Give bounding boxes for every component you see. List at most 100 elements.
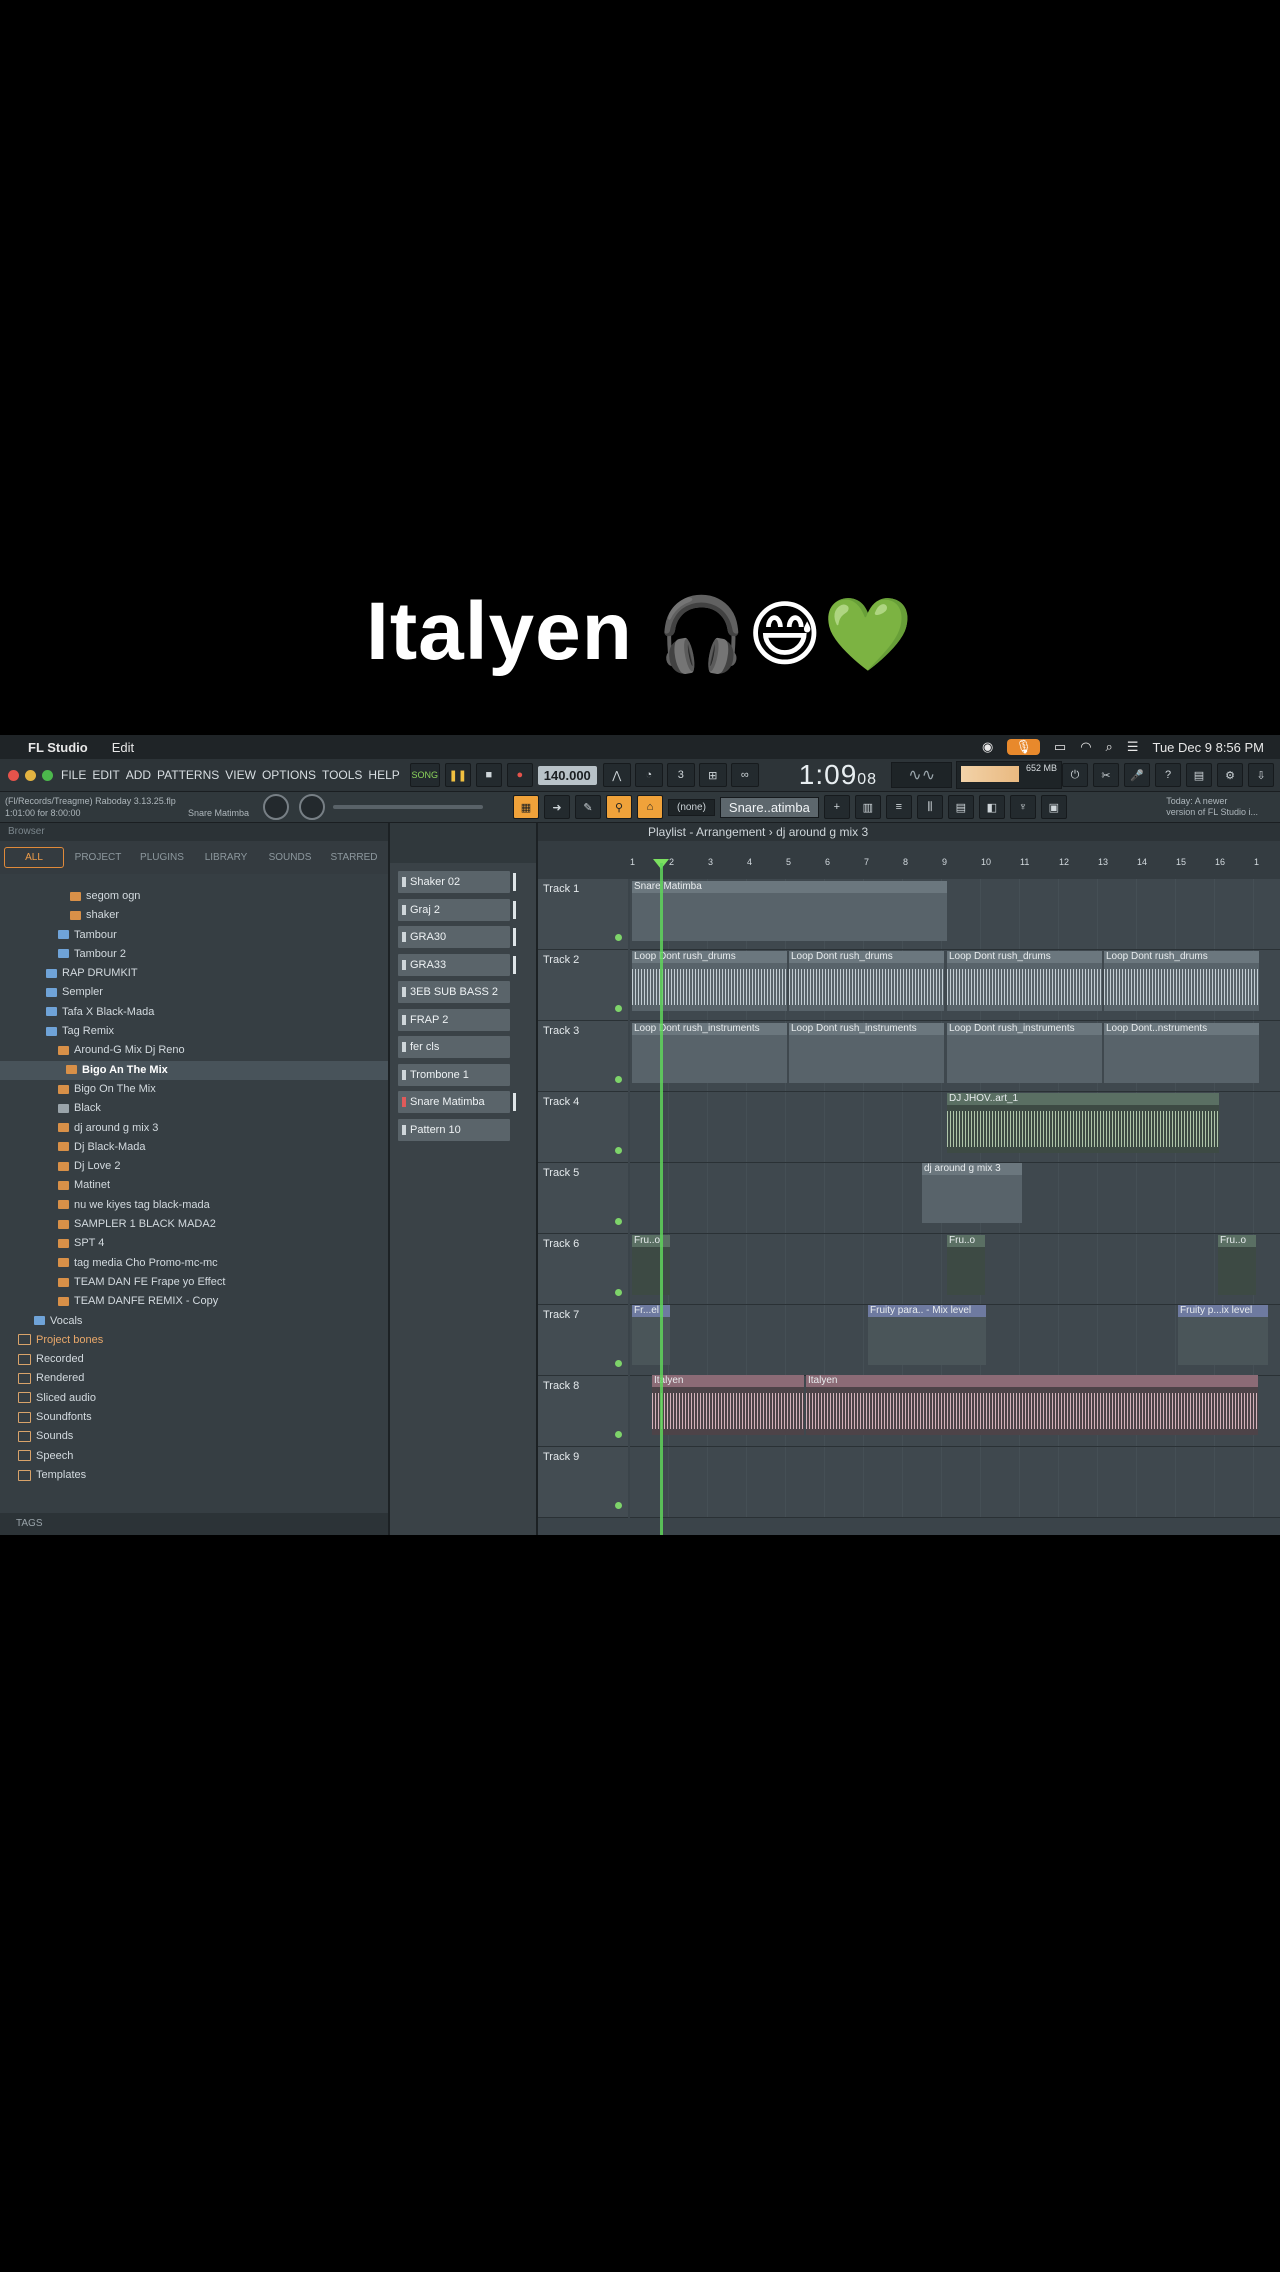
menu-file[interactable]: FILE bbox=[61, 768, 86, 782]
browser-item[interactable]: Tafa X Black-Mada bbox=[0, 1003, 388, 1022]
channel-led[interactable] bbox=[402, 932, 406, 943]
menu-edit[interactable]: EDIT bbox=[92, 768, 119, 782]
track-header[interactable]: Track 4 bbox=[538, 1092, 628, 1163]
track-lane[interactable] bbox=[630, 1447, 1280, 1518]
mixer-icon[interactable]: ⫼ bbox=[916, 795, 943, 819]
control-center-icon[interactable]: ☰ bbox=[1127, 739, 1139, 755]
channel-button[interactable]: FRAP 2 bbox=[398, 1008, 510, 1031]
menu-tools[interactable]: TOOLS bbox=[322, 768, 362, 782]
piano-roll-icon[interactable]: ▥ bbox=[854, 795, 881, 819]
record-icon[interactable]: ◉ bbox=[982, 739, 993, 755]
automation-clip-2[interactable]: Fruity para.. - Mix level bbox=[868, 1305, 986, 1365]
track-header[interactable]: Track 6 bbox=[538, 1234, 628, 1305]
browser-item[interactable]: tag media Cho Promo-mc-mc bbox=[0, 1254, 388, 1273]
add-icon[interactable]: + bbox=[823, 795, 850, 819]
clip-italyen-2[interactable]: Italyen bbox=[806, 1375, 1258, 1435]
browser-item[interactable]: SPT 4 bbox=[0, 1234, 388, 1253]
browser-item[interactable]: TEAM DAN FE Frape yo Effect bbox=[0, 1273, 388, 1292]
clip-drums-1[interactable]: Loop Dont rush_drums bbox=[632, 951, 787, 1011]
browser-item[interactable]: nu we kiyes tag black-mada bbox=[0, 1196, 388, 1215]
browser-item[interactable]: Bigo On The Mix bbox=[0, 1080, 388, 1099]
browser-item[interactable]: Sliced audio bbox=[0, 1389, 388, 1408]
clip-dj-around-g[interactable]: dj around g mix 3 bbox=[922, 1163, 1022, 1223]
timeline-ruler[interactable]: 1 2 3 4 5 6 7 8 9 10 11 12 13 14 15 16 1 bbox=[630, 857, 1280, 871]
mic-icon[interactable]: 🎙 bbox=[1007, 739, 1040, 755]
menu-patterns[interactable]: PATTERNS bbox=[157, 768, 219, 782]
record-button[interactable]: ● bbox=[506, 763, 533, 787]
track-mute-led[interactable] bbox=[615, 1218, 622, 1225]
menu-help[interactable]: HELP bbox=[368, 768, 399, 782]
plugin-picker-icon[interactable]: ◧ bbox=[978, 795, 1005, 819]
track-mute-led[interactable] bbox=[615, 1289, 622, 1296]
browser-item[interactable]: segom ogn bbox=[0, 887, 388, 906]
menu-options[interactable]: OPTIONS bbox=[262, 768, 316, 782]
wait-input-icon[interactable]: ◔ bbox=[634, 763, 663, 787]
channel-button[interactable]: GRA33 bbox=[398, 953, 516, 976]
track-mute-led[interactable] bbox=[615, 1360, 622, 1367]
channel-led[interactable] bbox=[402, 1042, 406, 1053]
tab-sounds[interactable]: SOUNDS bbox=[260, 847, 320, 868]
minimize-window-icon[interactable] bbox=[25, 769, 36, 781]
channel-button[interactable]: fer cls bbox=[398, 1036, 510, 1058]
channel-select[interactable]: Snare..atimba bbox=[719, 796, 819, 818]
channel-led[interactable] bbox=[402, 877, 406, 888]
clip-drums-3[interactable]: Loop Dont rush_drums bbox=[947, 951, 1102, 1011]
track-mute-led[interactable] bbox=[615, 1502, 622, 1509]
app-name-menu[interactable]: FL Studio bbox=[28, 740, 88, 755]
browser-item[interactable]: Project bones bbox=[0, 1331, 388, 1350]
track-mute-led[interactable] bbox=[615, 1076, 622, 1083]
typing-keyboard-icon[interactable]: ⌂ bbox=[637, 795, 663, 819]
metronome-icon[interactable]: ⋀ bbox=[602, 763, 631, 787]
stop-button[interactable]: ■ bbox=[475, 763, 502, 787]
channel-button[interactable]: Pattern 10 bbox=[398, 1118, 510, 1141]
draw-icon[interactable]: ✎ bbox=[575, 795, 601, 819]
track-mute-led[interactable] bbox=[615, 1431, 622, 1438]
browser-item[interactable]: SAMPLER 1 BLACK MADA2 bbox=[0, 1215, 388, 1234]
mic-input-icon[interactable]: 🎤 bbox=[1124, 763, 1150, 787]
wifi-icon[interactable]: ◠ bbox=[1080, 739, 1091, 755]
snap-icon[interactable]: ⚲ bbox=[606, 795, 632, 819]
track-mute-led[interactable] bbox=[615, 934, 622, 941]
step-edit-icon[interactable]: ⊞ bbox=[698, 763, 727, 787]
playlist-view-icon[interactable]: ▦ bbox=[513, 795, 539, 819]
browser-item[interactable]: dj around g mix 3 bbox=[0, 1119, 388, 1138]
close-window-icon[interactable] bbox=[8, 769, 19, 781]
track-header[interactable]: Track 8 bbox=[538, 1376, 628, 1447]
browser-item[interactable]: Tambour 2 bbox=[0, 945, 388, 964]
help-icon[interactable]: ? bbox=[1155, 763, 1181, 787]
channel-led[interactable] bbox=[402, 1014, 406, 1025]
touch-controller-icon[interactable]: ▣ bbox=[1040, 795, 1067, 819]
automation-clip-3[interactable]: Fruity p...ix level bbox=[1178, 1305, 1268, 1365]
pause-button[interactable]: ❚❚ bbox=[444, 763, 471, 787]
browser-item[interactable]: Speech bbox=[0, 1447, 388, 1466]
browser-item[interactable]: Dj Black-Mada bbox=[0, 1138, 388, 1157]
browser-item[interactable]: Tambour bbox=[0, 926, 388, 945]
browser-item[interactable]: Bigo An The Mix bbox=[0, 1060, 388, 1080]
download-icon[interactable]: ⇩ bbox=[1248, 763, 1274, 787]
channel-led[interactable] bbox=[402, 904, 406, 915]
plugin-icon[interactable]: ⚙ bbox=[1217, 763, 1243, 787]
song-mode-button[interactable]: SONG bbox=[409, 763, 440, 787]
clip-instruments-2[interactable]: Loop Dont rush_instruments bbox=[789, 1023, 944, 1083]
search-icon[interactable]: ⌕ bbox=[1106, 739, 1113, 755]
loop-record-icon[interactable]: ∞ bbox=[730, 763, 759, 787]
menu-view[interactable]: VIEW bbox=[225, 768, 256, 782]
track-header[interactable]: Track 7 bbox=[538, 1305, 628, 1376]
channel-led[interactable] bbox=[402, 1097, 406, 1108]
clip-fruity-2[interactable]: Fru..o bbox=[947, 1235, 985, 1295]
mic-rec-icon[interactable]: ♆ bbox=[1009, 795, 1036, 819]
clip-djjhov[interactable]: DJ JHOV..art_1 bbox=[947, 1093, 1219, 1153]
power-icon[interactable]: ⏻ bbox=[1062, 763, 1088, 787]
automation-clip-1[interactable]: Fr...el bbox=[632, 1305, 670, 1365]
channel-rack-icon[interactable]: ≡ bbox=[885, 795, 912, 819]
channel-led[interactable] bbox=[402, 1069, 406, 1080]
browser-item[interactable]: Templates bbox=[0, 1466, 388, 1485]
browser-item[interactable]: Around-G Mix Dj Reno bbox=[0, 1041, 388, 1060]
channel-button[interactable]: Shaker 02 bbox=[398, 871, 516, 893]
track-header[interactable]: Track 9 bbox=[538, 1447, 628, 1518]
tempo-display[interactable]: 140.000 bbox=[537, 765, 597, 785]
browser-item[interactable]: Black bbox=[0, 1099, 388, 1118]
browser-item[interactable]: TEAM DANFE REMIX - Copy bbox=[0, 1292, 388, 1311]
battery-icon[interactable]: ▭ bbox=[1054, 739, 1066, 755]
clip-instruments-1[interactable]: Loop Dont rush_instruments bbox=[632, 1023, 787, 1083]
